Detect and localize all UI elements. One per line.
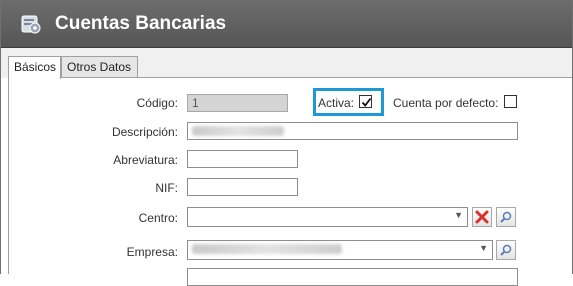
tab-basicos-label: Básicos xyxy=(14,60,57,74)
window-border xyxy=(0,0,573,274)
tab-basicos[interactable]: Básicos xyxy=(8,56,61,79)
